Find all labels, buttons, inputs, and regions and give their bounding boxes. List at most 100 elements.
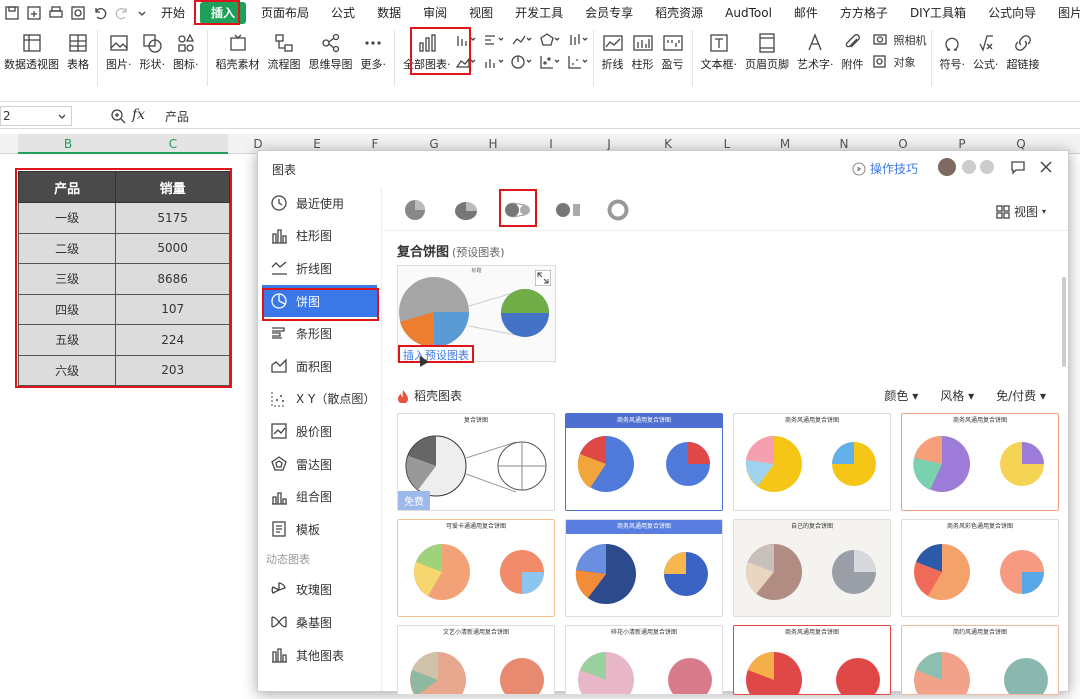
export-icon[interactable] [26, 5, 42, 21]
other-chart-icon[interactable] [567, 54, 589, 70]
fx-label[interactable]: fx [132, 107, 145, 123]
nav-bar[interactable]: 条形图 [258, 317, 381, 350]
tab-ffgz[interactable]: 方方格子 [829, 2, 899, 24]
pivot-chart-button[interactable]: 数据透视图 [0, 30, 63, 72]
bar-of-pie-subtype-icon[interactable] [555, 200, 583, 220]
view-toggle[interactable]: 视图 ▾ [996, 203, 1046, 220]
nav-column[interactable]: 柱形图 [258, 220, 381, 253]
header-product[interactable]: 产品 [17, 171, 117, 203]
tab-view[interactable]: 视图 [458, 2, 504, 24]
tab-data[interactable]: 数据 [366, 2, 412, 24]
camera-button[interactable]: 照相机 [872, 32, 927, 48]
column-chart-icon[interactable] [455, 32, 477, 48]
picture-button[interactable]: 图片· [102, 30, 136, 72]
formula-value[interactable]: 产品 [165, 108, 189, 125]
flowchart-button[interactable]: 流程图 [264, 30, 305, 72]
scatter-chart-icon[interactable] [539, 54, 561, 70]
attachment-button[interactable]: 附件 [838, 30, 868, 72]
wordart-button[interactable]: 艺术字· [793, 30, 838, 72]
nav-rose[interactable]: 玫瑰图 [258, 574, 381, 607]
template-card[interactable]: 商务风通用复合饼图 [565, 519, 723, 617]
nav-area[interactable]: 面积图 [258, 350, 381, 383]
tips-link[interactable]: 操作技巧 [852, 160, 918, 177]
mindmap-button[interactable]: 思维导图 [305, 30, 357, 72]
nav-template[interactable]: 模板 [258, 513, 381, 546]
sparkline-winloss-button[interactable]: 盈亏 [658, 30, 688, 72]
combo-chart-icon[interactable] [483, 54, 505, 70]
tab-formula-wizard[interactable]: 公式向导 [977, 2, 1047, 24]
tab-developer[interactable]: 开发工具 [504, 2, 574, 24]
doughnut-subtype-icon[interactable] [606, 198, 630, 222]
docer-material-button[interactable]: 稻壳素材 [212, 30, 264, 72]
cell-product[interactable]: 三级 [17, 263, 117, 295]
template-card[interactable]: 商务风彩色通用复合饼图 [901, 519, 1059, 617]
tab-page-layout[interactable]: 页面布局 [250, 2, 320, 24]
nav-scatter[interactable]: X Y（散点图） [258, 383, 381, 416]
sparkline-column-button[interactable]: 柱形 [628, 30, 658, 72]
tab-picture-tools[interactable]: 图片工具 [1047, 2, 1080, 24]
column-header-b[interactable]: B [18, 134, 118, 154]
close-icon[interactable] [1038, 159, 1054, 175]
tab-insert[interactable]: 插入 [200, 2, 247, 24]
cell-sales[interactable]: 224 [115, 324, 230, 356]
template-card[interactable]: 文艺小清新通用复合饼图 [397, 625, 555, 695]
style-filter[interactable]: 风格 ▾ [940, 387, 974, 404]
hyperlink-button[interactable]: 超链接 [1003, 30, 1044, 72]
table-button[interactable]: 表格 [63, 30, 93, 72]
cell-sales[interactable]: 8686 [115, 263, 230, 295]
nav-pie[interactable]: 饼图 [262, 284, 377, 318]
template-card[interactable]: 碎花小清新通用复合饼图 [565, 625, 723, 695]
nav-sankey[interactable]: 桑基图 [258, 606, 381, 639]
all-charts-button[interactable]: 全部图表· [399, 30, 455, 72]
cell-product[interactable]: 一级 [17, 202, 117, 234]
tab-mail[interactable]: 邮件 [783, 2, 829, 24]
tab-docer[interactable]: 稻壳资源 [644, 2, 714, 24]
nav-combo[interactable]: 组合图 [258, 480, 381, 513]
cell-sales[interactable]: 5000 [115, 232, 230, 264]
tab-review[interactable]: 审阅 [412, 2, 458, 24]
template-card[interactable]: 商务风通用复合饼图 [733, 625, 891, 695]
column-header-c[interactable]: C [118, 134, 228, 154]
redo-icon[interactable] [114, 5, 130, 21]
preview-icon[interactable] [70, 5, 86, 21]
nav-stock[interactable]: 股价图 [258, 415, 381, 448]
header-sales[interactable]: 销量 [115, 171, 230, 203]
template-card[interactable]: 可爱卡通通用复合饼图 [397, 519, 555, 617]
chat-icon[interactable] [1010, 159, 1026, 175]
nav-radar[interactable]: 雷达图 [258, 448, 381, 481]
zoom-icon[interactable] [110, 108, 126, 124]
color-filter[interactable]: 颜色 ▾ [884, 387, 918, 404]
avatar[interactable] [938, 158, 956, 176]
shapes-button[interactable]: 形状· [136, 30, 170, 72]
cell-product[interactable]: 四级 [17, 293, 117, 325]
stock-chart-icon[interactable] [567, 32, 589, 48]
object-button[interactable]: 对象 [872, 54, 927, 70]
pie-3d-subtype-icon[interactable] [453, 198, 479, 222]
compound-pie-subtype-icon[interactable] [504, 200, 532, 220]
nav-other[interactable]: 其他图表 [258, 639, 381, 672]
nav-line[interactable]: 折线图 [258, 252, 381, 285]
cell-sales[interactable]: 203 [115, 354, 230, 386]
tab-audtool[interactable]: AudTool [714, 2, 783, 24]
expand-icon[interactable] [535, 270, 551, 286]
undo-icon[interactable] [92, 5, 108, 21]
area-chart-icon[interactable] [455, 54, 477, 70]
symbol-button[interactable]: 符号· [936, 30, 970, 72]
cell-product[interactable]: 六级 [17, 354, 117, 386]
content-scrollbar[interactable] [1062, 277, 1066, 367]
equation-button[interactable]: 公式· [969, 30, 1003, 72]
header-footer-button[interactable]: 页眉页脚 [741, 30, 793, 72]
tab-home[interactable]: 开始 [150, 2, 196, 24]
template-card[interactable]: 商务风通用复合饼图 [565, 413, 723, 511]
nav-recent[interactable]: 最近使用 [258, 187, 381, 220]
pie-chart-icon[interactable] [510, 54, 533, 70]
insert-preset-button[interactable]: 插入预设图表 [398, 345, 474, 363]
pie-subtype-icon[interactable] [403, 198, 427, 222]
bar-chart-icon[interactable] [483, 32, 505, 48]
tab-diy-toolbox[interactable]: DIY工具箱 [899, 2, 977, 24]
textbox-button[interactable]: 文本框· [697, 30, 742, 72]
radar-chart-icon[interactable] [539, 32, 561, 48]
cell-sales[interactable]: 5175 [115, 202, 230, 234]
tab-member[interactable]: 会员专享 [574, 2, 644, 24]
customize-icon[interactable] [136, 5, 148, 21]
